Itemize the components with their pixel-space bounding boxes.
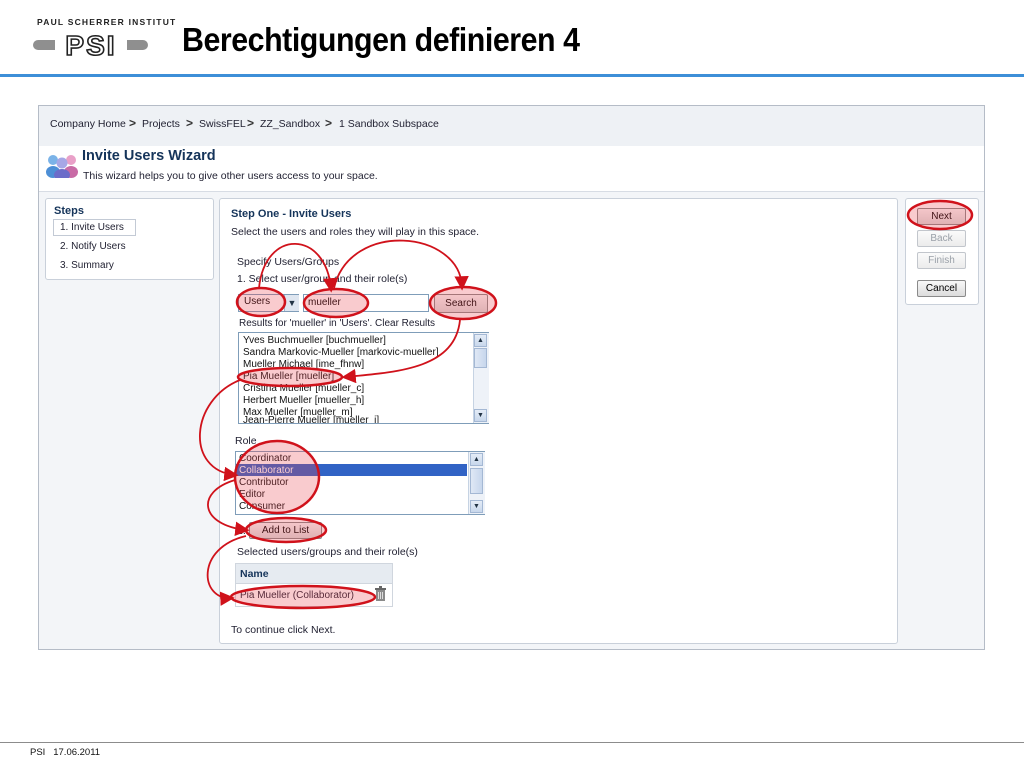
list-item[interactable]: Sandra Markovic-Mueller [markovic-muelle… <box>243 347 439 358</box>
footer-date: 17.06.2011 <box>53 747 101 758</box>
scroll-up-icon[interactable]: ▲ <box>474 334 487 347</box>
breadcrumb-separator: > <box>129 116 137 130</box>
breadcrumb-swissfel[interactable]: SwissFEL <box>199 118 246 130</box>
step-two-prefix: 2. <box>237 525 246 537</box>
footer: PSI 17.06.2011 <box>30 747 100 758</box>
list-item[interactable]: Cristina Mueller [mueller_c] <box>243 383 364 394</box>
footer-org: PSI <box>30 747 46 758</box>
step-notify-users: 2. Notify Users <box>60 241 126 252</box>
search-input-value: mueller <box>308 297 341 308</box>
back-button[interactable]: Back <box>917 230 966 247</box>
breadcrumb-separator: > <box>186 116 194 130</box>
steps-title: Steps <box>54 205 84 217</box>
trash-icon[interactable] <box>374 586 387 601</box>
breadcrumb-projects[interactable]: Projects <box>142 118 180 130</box>
step-intro: Select the users and roles they will pla… <box>231 226 480 238</box>
breadcrumb-company-home[interactable]: Company Home <box>50 118 126 130</box>
breadcrumb-zz-sandbox[interactable]: ZZ_Sandbox <box>260 118 320 130</box>
slide-title: Berechtigungen definieren 4 <box>182 21 580 58</box>
list-item[interactable]: Herbert Mueller [mueller_h] <box>243 395 364 406</box>
step-summary: 3. Summary <box>60 260 114 271</box>
breadcrumb-sandbox-subspace[interactable]: 1 Sandbox Subspace <box>339 118 439 130</box>
list-item[interactable]: Pia Mueller [mueller] <box>243 371 334 382</box>
scroll-down-icon[interactable]: ▼ <box>474 409 487 422</box>
breadcrumb <box>39 106 984 147</box>
next-button[interactable]: Next <box>917 208 966 225</box>
add-to-list-button[interactable]: Add to List <box>249 522 322 539</box>
search-button[interactable]: Search <box>434 294 488 313</box>
table-row: Pia Mueller (Collaborator) <box>240 590 354 601</box>
name-column-header: Name <box>240 568 269 580</box>
title-divider <box>0 74 1024 77</box>
step-invite-users: 1. Invite Users <box>60 222 124 233</box>
scroll-up-icon[interactable]: ▲ <box>470 453 483 466</box>
role-consumer[interactable]: Consumer <box>239 501 285 513</box>
role-contributor[interactable]: Contributor <box>239 477 288 488</box>
logo-institute-text: PAUL SCHERRER INSTITUT <box>37 17 177 27</box>
scroll-down-icon[interactable]: ▼ <box>470 500 483 513</box>
breadcrumb-separator: > <box>325 116 333 130</box>
breadcrumb-separator: > <box>247 116 255 130</box>
continue-hint: To continue click Next. <box>231 624 336 636</box>
selected-label: Selected users/groups and their role(s) <box>237 546 418 558</box>
select-label: 1. Select user/group and their role(s) <box>237 273 408 285</box>
footer-divider <box>0 742 1024 743</box>
chevron-down-icon[interactable]: ▼ <box>284 295 299 311</box>
list-item[interactable]: Jean-Pierre Mueller [mueller_j] <box>243 415 379 423</box>
scrollbar-thumb[interactable] <box>474 348 487 368</box>
role-editor[interactable]: Editor <box>239 489 265 500</box>
role-label: Role <box>235 435 257 447</box>
results-label: Results for 'mueller' in 'Users'. Clear … <box>239 318 436 329</box>
wizard-description: This wizard helps you to give other user… <box>83 170 378 182</box>
role-collaborator[interactable]: Collaborator <box>239 465 293 476</box>
users-group-icon <box>46 155 78 178</box>
user-type-value: Users <box>244 296 271 307</box>
role-coordinator[interactable]: Coordinator <box>239 453 291 464</box>
cancel-button[interactable]: Cancel <box>917 280 966 297</box>
list-item[interactable]: Yves Buchmueller [buchmueller] <box>243 335 386 346</box>
psi-logo: PSI <box>33 30 148 60</box>
finish-button[interactable]: Finish <box>917 252 966 269</box>
step-heading: Step One - Invite Users <box>231 208 352 220</box>
psi-logo-text: PSI <box>65 30 116 60</box>
specify-label: Specify Users/Groups <box>237 256 340 268</box>
wizard-title: Invite Users Wizard <box>82 148 216 164</box>
list-item[interactable]: Mueller Michael [ime_fhnw] <box>243 359 364 370</box>
scrollbar-thumb[interactable] <box>470 468 483 494</box>
